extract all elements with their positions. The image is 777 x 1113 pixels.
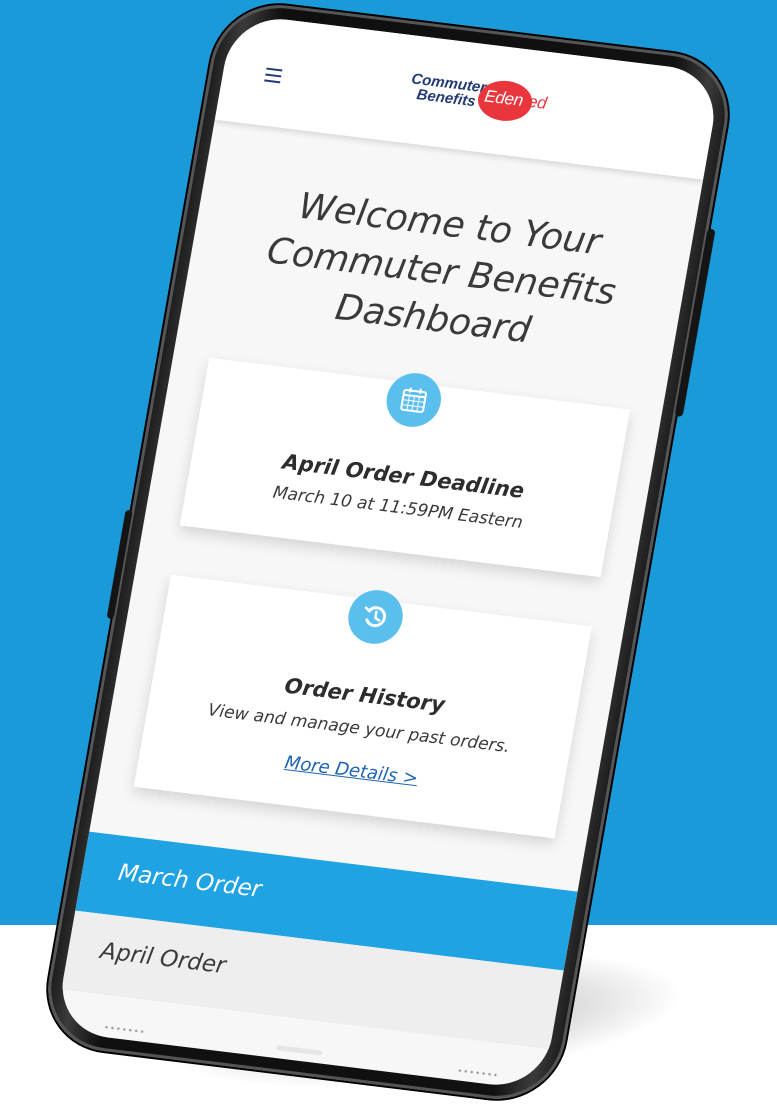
page-title: Welcome to Your Commuter Benefits Dashbo… — [263, 185, 619, 352]
hamburger-menu-icon[interactable] — [264, 67, 283, 84]
commuter-benefits-logo[interactable]: Commuter Benefits Edenred — [377, 68, 584, 142]
order-history-card[interactable]: Order History View and manage your past … — [133, 574, 592, 839]
logo-wordmark: Commuter Benefits — [381, 68, 487, 110]
logo-brand-head: Eden — [482, 86, 525, 110]
logo-brand-tail: red — [521, 91, 549, 113]
history-icon — [344, 587, 408, 647]
tab-label: April Order — [98, 938, 228, 980]
order-deadline-card[interactable]: April Order Deadline March 10 at 11:59PM… — [179, 357, 631, 578]
calendar-icon — [382, 370, 446, 430]
tab-label: March Order — [116, 859, 264, 903]
